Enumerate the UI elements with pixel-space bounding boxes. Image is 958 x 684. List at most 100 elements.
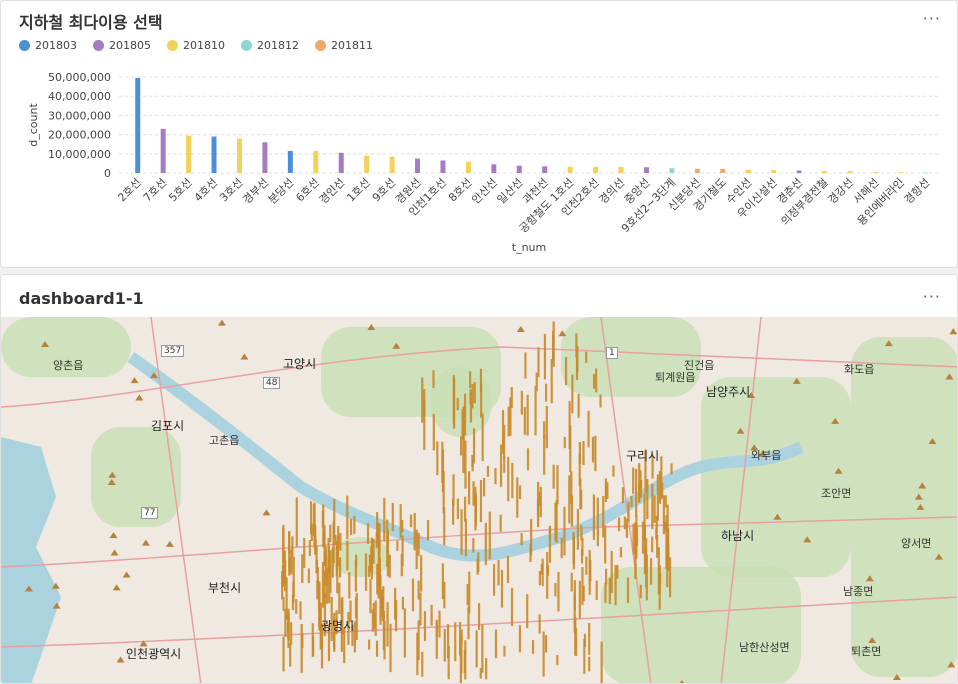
data-mark xyxy=(471,458,474,472)
data-mark xyxy=(556,654,559,666)
x-tick-label: 8호선 xyxy=(446,176,474,204)
data-mark xyxy=(376,564,380,587)
data-mark xyxy=(518,485,522,500)
data-mark xyxy=(462,406,465,441)
data-mark xyxy=(391,502,394,532)
data-mark xyxy=(288,556,291,573)
data-mark xyxy=(371,609,375,632)
data-mark xyxy=(468,571,471,614)
data-mark xyxy=(383,497,386,542)
data-mark xyxy=(592,494,596,540)
data-mark xyxy=(670,463,673,475)
data-mark xyxy=(632,467,635,494)
legend-item-201811[interactable]: 201811 xyxy=(315,39,373,52)
data-mark xyxy=(423,611,427,642)
y-tick-label: 40,000,000 xyxy=(48,90,111,103)
data-mark xyxy=(409,514,413,528)
data-mark xyxy=(281,564,285,587)
data-mark xyxy=(503,645,506,657)
data-mark xyxy=(520,533,523,546)
data-mark xyxy=(563,437,566,449)
data-mark xyxy=(571,374,574,414)
data-mark xyxy=(632,523,635,555)
data-mark xyxy=(484,522,487,566)
data-mark xyxy=(401,520,404,533)
data-mark xyxy=(332,521,335,564)
peak-icon xyxy=(130,377,139,384)
legend-item-201803[interactable]: 201803 xyxy=(19,39,77,52)
data-mark xyxy=(557,572,560,612)
data-mark xyxy=(415,529,418,570)
legend-item-201810[interactable]: 201810 xyxy=(167,39,225,52)
data-mark xyxy=(464,519,468,557)
bar xyxy=(720,168,726,173)
data-mark xyxy=(507,456,510,502)
data-mark xyxy=(612,465,615,477)
data-mark xyxy=(492,564,496,596)
data-mark xyxy=(460,436,463,456)
legend-item-201805[interactable]: 201805 xyxy=(93,39,151,52)
peak-icon xyxy=(122,571,131,578)
bar xyxy=(898,172,904,173)
data-mark xyxy=(523,407,526,435)
data-mark xyxy=(541,558,544,587)
data-mark xyxy=(474,493,478,526)
data-mark xyxy=(475,630,478,668)
legend-label: 201810 xyxy=(183,39,225,52)
data-mark xyxy=(325,567,329,604)
x-tick-label: 2호선 xyxy=(115,176,143,204)
data-mark xyxy=(594,435,597,472)
data-mark xyxy=(338,557,342,578)
data-mark xyxy=(630,495,633,507)
y-tick-label: 50,000,000 xyxy=(48,71,111,84)
data-mark xyxy=(292,556,295,599)
bar xyxy=(465,161,471,173)
data-mark xyxy=(538,614,541,634)
data-mark xyxy=(452,375,455,425)
more-horizontal-icon[interactable]: ··· xyxy=(923,9,941,28)
bar xyxy=(389,156,395,173)
data-mark xyxy=(420,555,423,592)
data-mark xyxy=(295,497,298,547)
data-mark xyxy=(383,620,386,660)
data-mark xyxy=(300,624,303,673)
map-place-label: 남종면 xyxy=(843,585,874,598)
data-mark xyxy=(663,521,666,533)
map-view[interactable]: 고양시 김포시 남양주시 구리시 하남시 부천시 광명시 인천광역시 양촌읍 고촌읍 진건읍 화도읍 와… xyxy=(1,317,957,683)
data-mark xyxy=(411,578,415,612)
bar xyxy=(338,152,344,173)
data-mark xyxy=(400,554,403,577)
data-mark xyxy=(510,587,514,627)
x-tick-label: 경부선 xyxy=(240,176,271,207)
data-mark xyxy=(501,410,505,454)
data-mark xyxy=(587,410,590,448)
legend-item-201812[interactable]: 201812 xyxy=(241,39,299,52)
data-mark xyxy=(463,496,467,522)
data-mark xyxy=(287,608,290,649)
peak-icon xyxy=(135,394,144,401)
data-mark xyxy=(430,604,433,626)
bar-chart: 0 10,000,000 20,000,000 30,000,000 40,000,00… xyxy=(27,71,941,254)
x-tick-label: 4호선 xyxy=(192,176,220,204)
map-place-label: 광명시 xyxy=(321,619,355,633)
data-mark xyxy=(596,497,599,547)
data-mark xyxy=(421,651,424,677)
data-mark xyxy=(666,540,669,588)
data-mark xyxy=(543,334,547,380)
bar xyxy=(669,168,675,173)
data-mark xyxy=(658,470,661,504)
data-mark xyxy=(526,594,529,629)
data-mark xyxy=(301,632,304,648)
bar xyxy=(516,165,522,173)
data-mark xyxy=(575,333,578,358)
data-mark xyxy=(656,474,659,521)
data-mark xyxy=(374,600,377,636)
data-mark xyxy=(585,351,588,363)
data-mark xyxy=(299,601,302,620)
data-mark xyxy=(401,596,405,610)
data-mark xyxy=(526,448,530,471)
more-horizontal-icon[interactable]: ··· xyxy=(923,287,941,306)
data-mark xyxy=(570,495,574,527)
data-mark xyxy=(389,623,392,673)
bar xyxy=(135,77,141,173)
